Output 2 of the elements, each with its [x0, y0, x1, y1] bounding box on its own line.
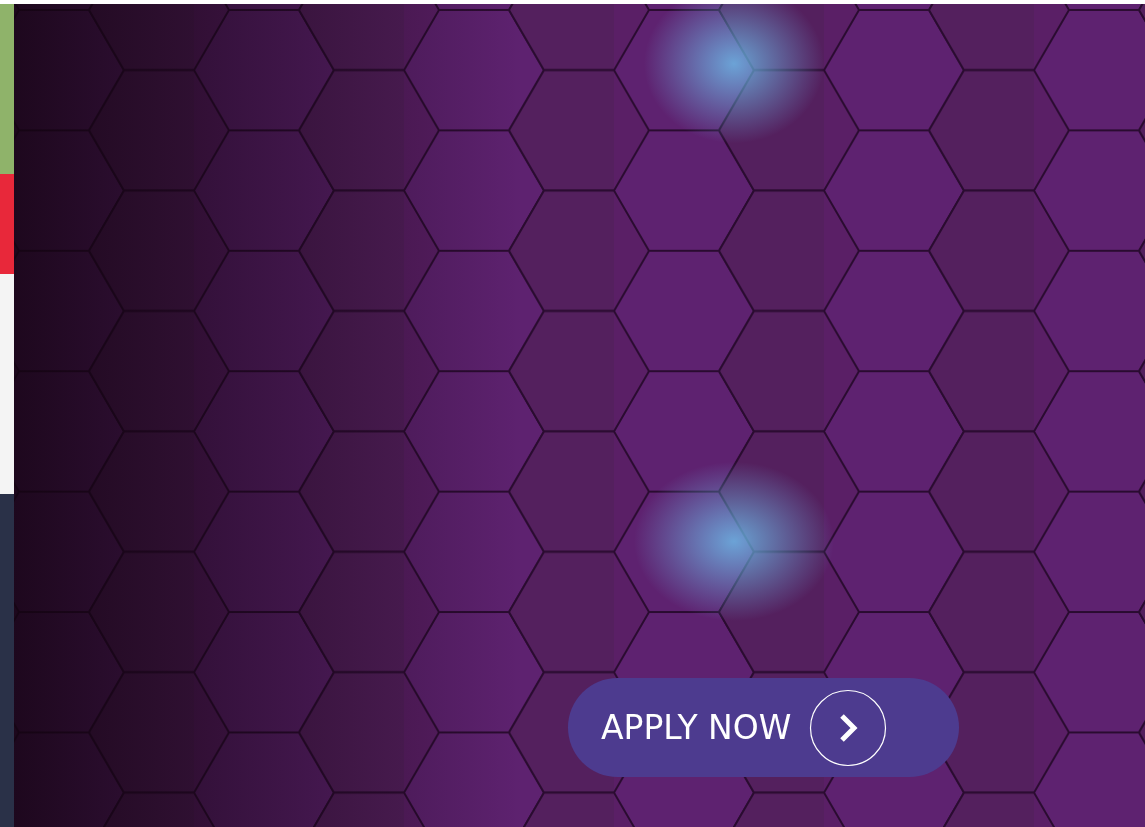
chevron-right-icon — [809, 688, 888, 767]
apply-now-button[interactable]: APPLY NOW — [568, 678, 959, 777]
